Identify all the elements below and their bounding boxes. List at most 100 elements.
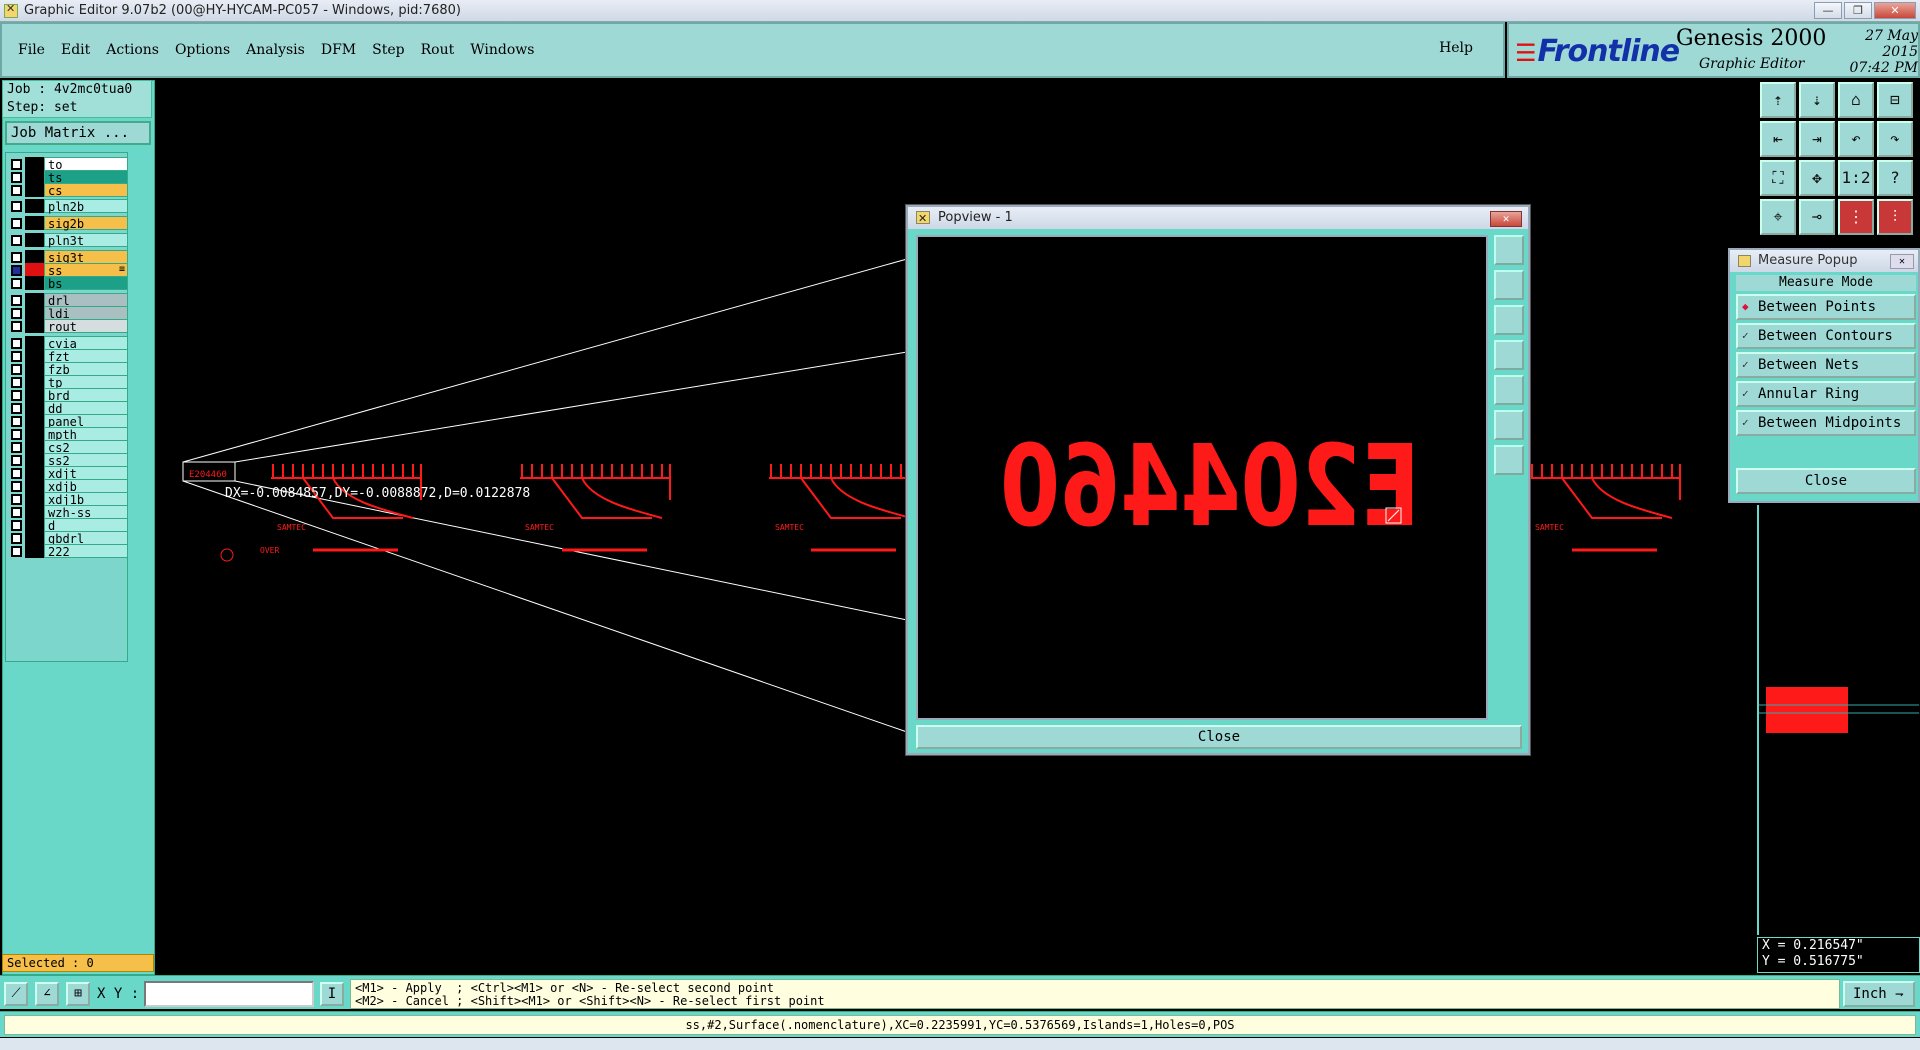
layer-row-bs[interactable]: bs [6, 276, 128, 291]
layer-row-drl[interactable]: drl [6, 293, 128, 308]
popview-zoom-in-icon[interactable] [1494, 270, 1524, 300]
layer-name[interactable]: fzb [44, 362, 128, 377]
menu-windows[interactable]: Windows [470, 42, 534, 58]
layer-row-xdjb[interactable]: xdjb [6, 479, 128, 494]
layer-row-dd[interactable]: dd [6, 401, 128, 416]
redo-zoom-icon[interactable]: ↷ [1877, 121, 1913, 157]
layer-row-fzb[interactable]: fzb [6, 362, 128, 377]
layer-name[interactable]: panel [44, 414, 128, 429]
minimize-button[interactable]: — [1814, 2, 1842, 19]
layer-name[interactable]: xdjt [44, 466, 128, 481]
layer-row-cs2[interactable]: cs2 [6, 440, 128, 455]
layer-name[interactable]: xdj1b [44, 492, 128, 507]
popview-center-icon[interactable] [1494, 445, 1524, 475]
layer-checkbox[interactable] [11, 218, 22, 229]
filter-icon[interactable]: ⫶ [1877, 199, 1913, 235]
layer-row-pln3t[interactable]: pln3t [6, 233, 128, 248]
layer-name[interactable]: pln3t [44, 233, 128, 248]
pan-right-icon[interactable]: ⇥ [1799, 121, 1835, 157]
layer-row-xdjt[interactable]: xdjt [6, 466, 128, 481]
layer-checkbox[interactable] [11, 390, 22, 401]
maximize-button[interactable]: ❐ [1844, 2, 1872, 19]
grid-tool-icon[interactable]: ⊞ [66, 982, 90, 1006]
popview-window-icon[interactable] [1494, 235, 1524, 265]
layer-row-ss[interactable]: ss ≡ [6, 263, 128, 278]
pan-left-icon[interactable]: ⇤ [1760, 121, 1796, 157]
layer-name[interactable]: rout [44, 319, 128, 334]
layer-row-ldi[interactable]: ldi [6, 306, 128, 321]
layer-row-sig3t[interactable]: sig3t [6, 250, 128, 265]
menu-actions[interactable]: Actions [106, 42, 159, 58]
layer-checkbox[interactable] [11, 278, 22, 289]
xy-input[interactable] [144, 981, 314, 1007]
layer-checkbox[interactable] [11, 185, 22, 196]
layer-checkbox[interactable] [11, 235, 22, 246]
measure-close-icon[interactable]: ✕ [1890, 254, 1914, 269]
layer-name[interactable]: tp [44, 375, 128, 390]
units-selector[interactable]: Inch ⇁ [1843, 981, 1915, 1007]
layer-row-cvia[interactable]: cvia [6, 336, 128, 351]
layer-row-xdj1b[interactable]: xdj1b [6, 492, 128, 507]
layer-name[interactable]: mpth [44, 427, 128, 442]
menu-dfm[interactable]: DFM [321, 42, 356, 58]
layer-name[interactable]: d [44, 518, 128, 533]
option-between-points[interactable]: ◆ Between Points [1736, 294, 1916, 320]
option-annular-ring[interactable]: ✓ Annular Ring [1736, 381, 1916, 407]
layer-name[interactable]: ss2 [44, 453, 128, 468]
close-window-button[interactable]: ✕ [1874, 2, 1916, 19]
layer-name[interactable]: fzt [44, 349, 128, 364]
layer-name[interactable]: drl [44, 293, 128, 308]
option-between-nets[interactable]: ✓ Between Nets [1736, 352, 1916, 378]
layer-row-wzh-ss[interactable]: wzh-ss [6, 505, 128, 520]
popview-close-icon[interactable]: ✕ [1490, 211, 1522, 227]
layer-checkbox[interactable] [11, 429, 22, 440]
layer-checkbox[interactable] [11, 416, 22, 427]
layer-row-d[interactable]: d [6, 518, 128, 533]
layer-name[interactable]: sig3t [44, 250, 128, 265]
layer-checkbox[interactable] [11, 338, 22, 349]
layer-name[interactable]: ts [44, 170, 128, 185]
layer-checkbox[interactable] [11, 252, 22, 263]
fit-icon[interactable]: ⛶ [1760, 160, 1796, 196]
layer-name[interactable]: bs [44, 276, 128, 291]
layer-checkbox[interactable] [11, 159, 22, 170]
layer-row-brd[interactable]: brd [6, 388, 128, 403]
layer-checkbox[interactable] [11, 321, 22, 332]
menu-options[interactable]: Options [175, 42, 230, 58]
connect-icon[interactable]: ⋮ [1838, 199, 1874, 235]
center-icon[interactable]: ✥ [1799, 160, 1835, 196]
layer-checkbox[interactable] [11, 546, 22, 557]
draw-tool-icon[interactable]: ⟋ [4, 982, 28, 1006]
layer-name[interactable]: sig2b [44, 216, 128, 231]
window-icon[interactable]: ⊟ [1877, 82, 1913, 118]
layer-row-fzt[interactable]: fzt [6, 349, 128, 364]
layer-checkbox[interactable] [11, 442, 22, 453]
layer-name[interactable]: dd [44, 401, 128, 416]
menu-help[interactable]: Help [1439, 40, 1473, 56]
layer-row-cs[interactable]: cs [6, 183, 128, 198]
layer-checkbox[interactable] [11, 265, 22, 276]
layer-name[interactable]: brd [44, 388, 128, 403]
layer-checkbox[interactable] [11, 377, 22, 388]
layer-checkbox[interactable] [11, 295, 22, 306]
layer-checkbox[interactable] [11, 308, 22, 319]
layer-row-gbdrl[interactable]: gbdrl [6, 531, 128, 546]
popview-pan-left-icon[interactable] [1494, 340, 1524, 370]
layer-row-pln2b[interactable]: pln2b [6, 199, 128, 214]
popview-pan-right-icon[interactable] [1494, 375, 1524, 405]
layer-checkbox[interactable] [11, 364, 22, 375]
layer-name[interactable]: pln2b [44, 199, 128, 214]
menu-step[interactable]: Step [372, 42, 404, 58]
menu-file[interactable]: File [18, 42, 45, 58]
overview-panel[interactable] [1757, 505, 1920, 935]
layer-checkbox[interactable] [11, 494, 22, 505]
angle-tool-icon[interactable]: ∠ [35, 982, 59, 1006]
help-icon[interactable]: ? [1877, 160, 1913, 196]
layer-checkbox[interactable] [11, 403, 22, 414]
measure-icon[interactable]: ⊸ [1799, 199, 1835, 235]
layer-name[interactable]: ss ≡ [44, 263, 128, 278]
layer-row-sig2b[interactable]: sig2b [6, 216, 128, 231]
layer-checkbox[interactable] [11, 507, 22, 518]
undo-zoom-icon[interactable]: ↶ [1838, 121, 1874, 157]
popview-zoom-out-icon[interactable] [1494, 305, 1524, 335]
